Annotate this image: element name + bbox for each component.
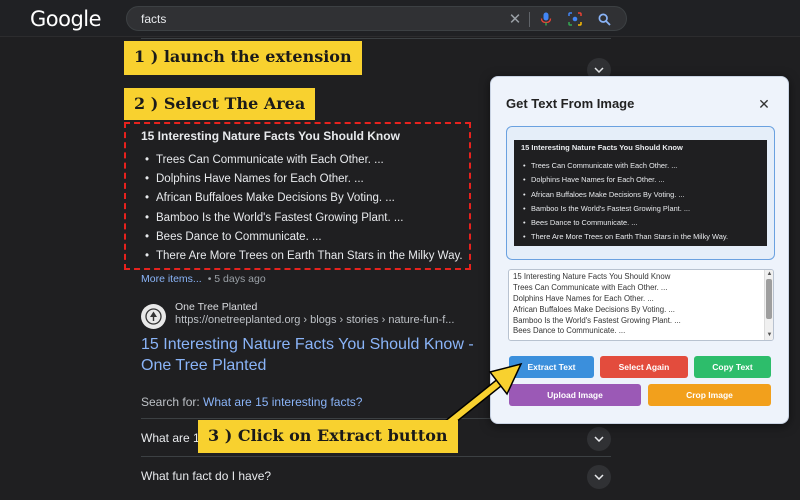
step3-banner: 3 ) Click on Extract button xyxy=(198,420,458,453)
